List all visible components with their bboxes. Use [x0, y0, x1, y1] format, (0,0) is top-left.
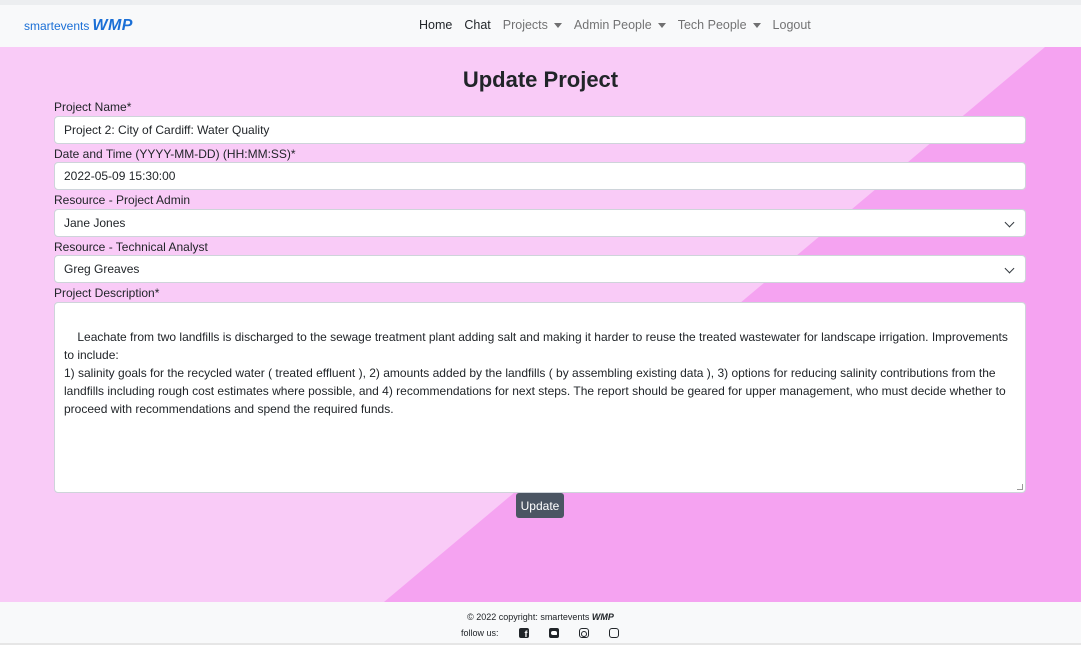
- technical-analyst-label: Resource - Technical Analyst: [54, 240, 208, 254]
- project-name-input[interactable]: Project 2: City of Cardiff: Water Qualit…: [54, 116, 1026, 144]
- brand-link[interactable]: smartevents WMP: [24, 17, 133, 35]
- datetime-label: Date and Time (YYYY-MM-DD) (HH:MM:SS)*: [54, 147, 296, 161]
- caret-down-icon: [752, 22, 761, 28]
- project-description-textarea[interactable]: Leachate from two landfills is discharge…: [54, 302, 1026, 493]
- resize-handle-icon[interactable]: [1017, 484, 1023, 490]
- nav-projects-dropdown[interactable]: Projects: [503, 18, 562, 32]
- page-title: Update Project: [462, 67, 619, 92]
- project-description-label: Project Description*: [54, 286, 160, 300]
- project-admin-label: Resource - Project Admin: [54, 193, 191, 207]
- youtube-icon[interactable]: [608, 628, 619, 638]
- copyright-text: © 2022 copyright: smartevents WMP: [0, 612, 1081, 622]
- copyright-label: © 2022 copyright: smartevents: [467, 612, 590, 622]
- instagram-icon[interactable]: [578, 628, 589, 638]
- project-description-text: Leachate from two landfills is discharge…: [64, 330, 1008, 416]
- nav-links: Home Chat Projects Admin People Tech Peo…: [419, 18, 823, 32]
- brand-logo: WMP: [92, 17, 133, 34]
- nav-logout[interactable]: Logout: [773, 18, 811, 32]
- footer: © 2022 copyright: smartevents WMP follow…: [0, 602, 1081, 645]
- main-content: Update Project Project Name* Project 2: …: [0, 47, 1081, 602]
- project-admin-select[interactable]: Jane Jones: [54, 209, 1026, 237]
- chevron-down-icon: [1004, 217, 1015, 228]
- social-links: [518, 628, 619, 639]
- follow-label: follow us:: [461, 628, 499, 638]
- follow-us: follow us:: [461, 628, 619, 639]
- nav-home[interactable]: Home: [419, 18, 452, 32]
- nav-tech-people-label: Tech People: [677, 18, 747, 32]
- navbar: smartevents WMP Home Chat Projects Admin…: [0, 5, 1081, 47]
- nav-chat[interactable]: Chat: [464, 18, 490, 32]
- nav-admin-people-label: Admin People: [573, 18, 652, 32]
- update-button[interactable]: Update: [516, 493, 564, 518]
- footer-logo: WMP: [591, 612, 614, 622]
- project-name-label: Project Name*: [54, 100, 132, 114]
- nav-tech-people-dropdown[interactable]: Tech People: [678, 18, 761, 32]
- caret-down-icon: [553, 22, 562, 28]
- project-admin-value: Jane Jones: [64, 216, 126, 230]
- datetime-input[interactable]: 2022-05-09 15:30:00: [54, 162, 1026, 190]
- brand-text: smartevents: [24, 19, 90, 33]
- chevron-down-icon: [1004, 263, 1015, 274]
- twitter-icon[interactable]: [548, 628, 559, 638]
- caret-down-icon: [657, 22, 666, 28]
- nav-projects-label: Projects: [502, 18, 548, 32]
- facebook-icon[interactable]: [518, 628, 529, 639]
- technical-analyst-value: Greg Greaves: [64, 262, 140, 276]
- nav-admin-people-dropdown[interactable]: Admin People: [574, 18, 666, 32]
- technical-analyst-select[interactable]: Greg Greaves: [54, 255, 1026, 283]
